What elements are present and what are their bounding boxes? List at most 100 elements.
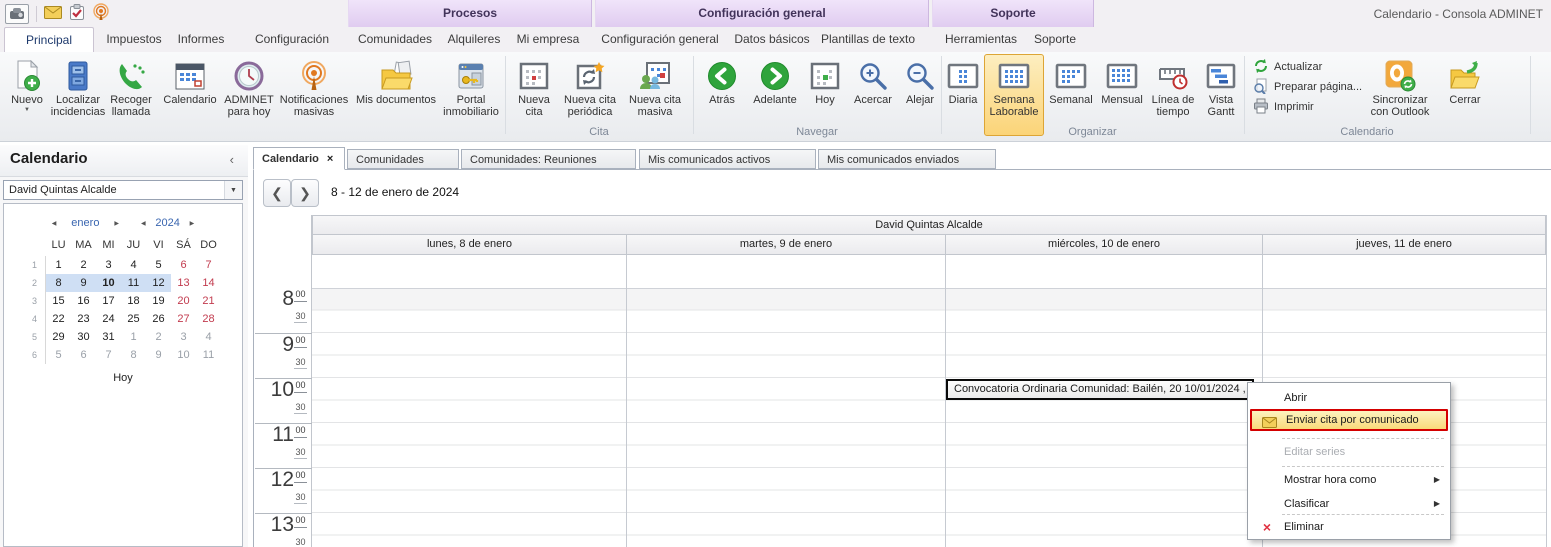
collapse-chevron-icon[interactable]: ‹ <box>230 152 234 167</box>
broadcast-icon[interactable] <box>92 3 110 24</box>
dropdown-arrow-icon[interactable]: ▼ <box>224 181 242 199</box>
acercar-button[interactable]: Acercar <box>848 54 898 136</box>
menu-item-mostrar-hora[interactable]: Mostrar hora como ▶ <box>1250 469 1448 491</box>
day-header-miercoles[interactable]: miércoles, 10 de enero <box>945 234 1263 255</box>
recoger-llamada-button[interactable]: Recoger llamada <box>104 54 158 136</box>
mini-calendar-day[interactable]: 28 <box>196 310 221 328</box>
semanal-button[interactable]: Semanal <box>1046 54 1096 136</box>
mini-calendar-day[interactable]: 8 <box>121 346 146 364</box>
owner-dropdown[interactable]: David Quintas Alcalde ▼ <box>3 180 243 200</box>
mini-calendar-day[interactable]: 17 <box>96 292 121 310</box>
mini-calendar-day[interactable]: 16 <box>71 292 96 310</box>
atras-button[interactable]: Atrás <box>698 54 746 136</box>
doc-tab-comunidades[interactable]: Comunidades <box>347 149 459 169</box>
localizar-incidencias-button[interactable]: Localizar incidencias <box>54 54 102 136</box>
mini-calendar-day[interactable]: 3 <box>171 328 196 346</box>
mini-calendar-day[interactable]: 4 <box>196 328 221 346</box>
doc-tab-comunicados-activos[interactable]: Mis comunicados activos <box>639 149 816 169</box>
mini-calendar-day[interactable]: 9 <box>71 274 96 292</box>
linea-tiempo-button[interactable]: Línea de tiempo <box>1148 54 1198 136</box>
mini-calendar-day[interactable]: 26 <box>146 310 171 328</box>
month-label[interactable]: enero <box>62 217 108 229</box>
doc-tab-comunidades-reuniones[interactable]: Comunidades: Reuniones <box>461 149 636 169</box>
mini-calendar-day[interactable]: 1 <box>121 328 146 346</box>
prev-month-icon[interactable]: ◀ <box>52 220 57 227</box>
nueva-cita-masiva-button[interactable]: Nueva cita masiva <box>623 54 687 136</box>
mini-calendar-day[interactable]: 27 <box>171 310 196 328</box>
mini-calendar-day[interactable]: 11 <box>196 346 221 364</box>
mini-calendar-day[interactable]: 10 <box>96 274 121 292</box>
mini-calendar-day[interactable]: 23 <box>71 310 96 328</box>
diaria-button[interactable]: Diaria <box>944 54 982 136</box>
nueva-cita-button[interactable]: Nueva cita <box>511 54 557 136</box>
day-header-martes[interactable]: martes, 9 de enero <box>626 234 946 255</box>
adminet-para-hoy-button[interactable]: ADMINET para hoy <box>222 54 276 136</box>
hoy-button[interactable]: Hoy <box>804 54 846 136</box>
day-header-jueves[interactable]: jueves, 11 de enero <box>1262 234 1546 255</box>
tasks-icon[interactable] <box>69 4 85 24</box>
mini-calendar-day[interactable]: 20 <box>171 292 196 310</box>
doc-tab-calendario[interactable]: Calendario× <box>253 147 345 170</box>
adelante-button[interactable]: Adelante <box>748 54 802 136</box>
mini-calendar-day[interactable]: 8 <box>46 274 71 292</box>
portal-inmobiliario-button[interactable]: Portal inmobiliario <box>442 54 500 136</box>
next-range-button[interactable]: ❯ <box>291 179 319 207</box>
tab-informes[interactable]: Informes <box>170 27 232 52</box>
semana-laborable-button[interactable]: Semana Laborable <box>984 54 1044 136</box>
today-button[interactable]: Hoy <box>4 372 242 384</box>
mini-calendar-day[interactable]: 1 <box>46 256 71 274</box>
mini-calendar-day[interactable]: 2 <box>146 328 171 346</box>
next-year-icon[interactable]: ▶ <box>190 220 195 227</box>
tab-principal[interactable]: Principal <box>4 27 94 53</box>
mini-calendar-day[interactable]: 21 <box>196 292 221 310</box>
mini-calendar-day[interactable]: 11 <box>121 274 146 292</box>
mini-calendar-day[interactable]: 10 <box>171 346 196 364</box>
next-month-icon[interactable]: ▶ <box>114 220 119 227</box>
mini-calendar-day[interactable]: 25 <box>121 310 146 328</box>
mini-calendar-day[interactable]: 13 <box>171 274 196 292</box>
notificaciones-masivas-button[interactable]: Notificaciones masivas <box>278 54 350 136</box>
mini-calendar-day[interactable]: 3 <box>96 256 121 274</box>
mini-calendar-day[interactable]: 31 <box>96 328 121 346</box>
mail-icon[interactable] <box>44 6 62 22</box>
mini-calendar-day[interactable]: 30 <box>71 328 96 346</box>
tab-configuracion-personal[interactable]: Configuración personal <box>234 27 350 52</box>
actualizar-button[interactable]: Actualizar <box>1253 58 1322 76</box>
mini-calendar-day[interactable]: 18 <box>121 292 146 310</box>
doc-tab-comunicados-enviados[interactable]: Mis comunicados enviados <box>818 149 996 169</box>
preparar-pagina-button[interactable]: Preparar página... <box>1253 78 1362 96</box>
tab-soporte[interactable]: Soporte <box>1026 27 1084 52</box>
vista-gantt-button[interactable]: Vista Gantt <box>1200 54 1242 136</box>
mini-calendar-day[interactable]: 7 <box>96 346 121 364</box>
nuevo-button[interactable]: Nuevo ▼ <box>2 54 52 136</box>
nueva-cita-periodica-button[interactable]: Nueva cita periódica <box>559 54 621 136</box>
close-icon[interactable]: × <box>327 153 333 165</box>
year-label[interactable]: 2024 <box>152 217 184 229</box>
tab-impuestos[interactable]: Impuestos <box>98 27 170 52</box>
menu-item-enviar-cita[interactable]: Enviar cita por comunicado <box>1250 409 1448 431</box>
mini-calendar-day[interactable]: 7 <box>196 256 221 274</box>
prev-range-button[interactable]: ❮ <box>263 179 291 207</box>
cerrar-button[interactable]: Cerrar <box>1440 54 1490 136</box>
tab-configuracion-general[interactable]: Configuración general <box>598 27 722 52</box>
mini-calendar-day[interactable]: 19 <box>146 292 171 310</box>
mini-calendar-day[interactable]: 15 <box>46 292 71 310</box>
mini-calendar-day[interactable]: 5 <box>46 346 71 364</box>
alejar-button[interactable]: Alejar <box>900 54 940 136</box>
mini-calendar-day[interactable]: 6 <box>171 256 196 274</box>
mini-calendar-day[interactable]: 9 <box>146 346 171 364</box>
phone-icon[interactable] <box>5 4 29 24</box>
menu-item-eliminar[interactable]: × Eliminar <box>1250 516 1448 538</box>
menu-item-abrir[interactable]: Abrir <box>1250 387 1448 409</box>
mis-documentos-button[interactable]: Mis documentos <box>352 54 440 136</box>
day-header-lunes[interactable]: lunes, 8 de enero <box>312 234 627 255</box>
tab-mi-empresa[interactable]: Mi empresa <box>510 27 586 52</box>
tab-comunidades[interactable]: Comunidades <box>352 27 438 52</box>
menu-item-clasificar[interactable]: Clasificar ▶ <box>1250 493 1448 515</box>
calendario-button[interactable]: Calendario <box>160 54 220 136</box>
mini-calendar-day[interactable]: 6 <box>71 346 96 364</box>
prev-year-icon[interactable]: ◀ <box>141 220 146 227</box>
mini-calendar-day[interactable]: 22 <box>46 310 71 328</box>
tab-alquileres[interactable]: Alquileres <box>440 27 508 52</box>
sincronizar-outlook-button[interactable]: Sincronizar con Outlook <box>1362 54 1438 136</box>
